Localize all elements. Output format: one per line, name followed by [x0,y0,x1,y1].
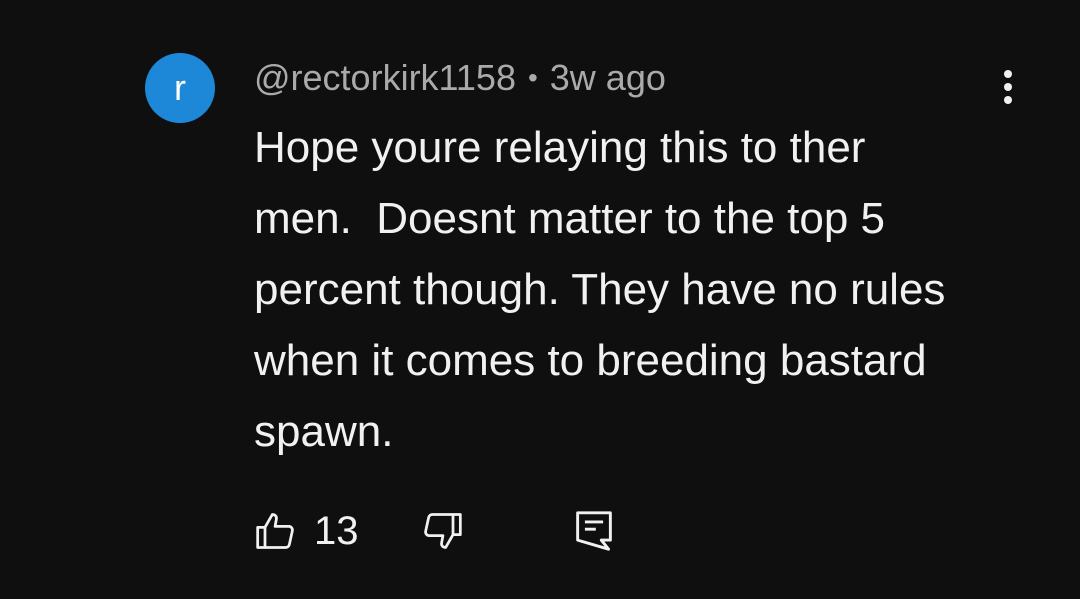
comment-text: Hope youre relaying this to ther men. Do… [254,123,946,456]
thumb-up-icon [254,509,298,553]
comment-actions: 13 [254,505,654,557]
like-count: 13 [314,508,359,553]
more-vert-icon [1004,70,1012,104]
header-separator: • [527,62,538,93]
dislike-button[interactable] [420,505,464,557]
avatar-letter: r [174,67,186,108]
avatar[interactable]: r [145,53,215,123]
comment-icon [574,509,614,553]
comment-thread: r @rectorkirk1158 • 3w ago Hope youre re… [0,0,1080,599]
comment-age: 3w ago [549,57,666,98]
thumb-down-icon [420,509,464,553]
like-button[interactable]: 13 [254,505,359,557]
author-name[interactable]: @rectorkirk1158 [254,57,516,99]
more-options-button[interactable] [988,62,1028,112]
reply-button[interactable] [574,505,614,557]
comment-header: @rectorkirk1158 • 3w ago [254,56,666,100]
